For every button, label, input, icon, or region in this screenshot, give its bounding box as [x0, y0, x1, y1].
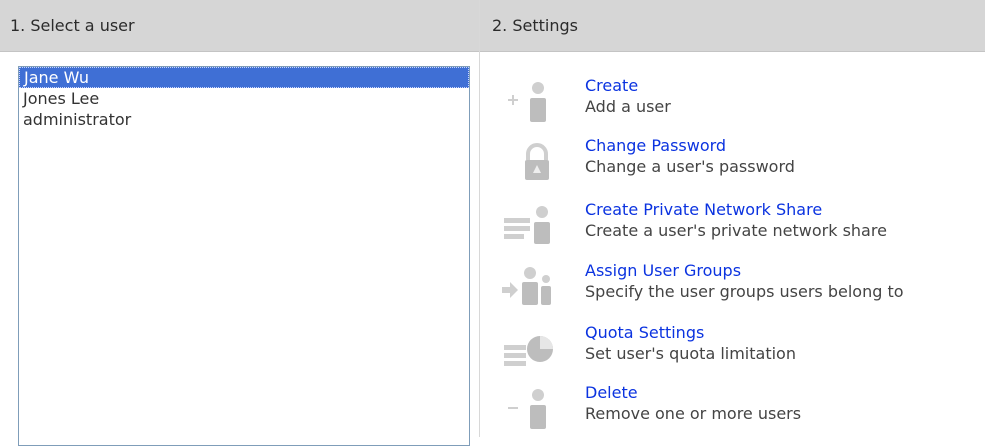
network-share-desc: Create a user's private network share [585, 221, 887, 240]
action-assign-groups[interactable]: Assign User Groups Specify the user grou… [480, 261, 985, 317]
network-share-link[interactable]: Create Private Network Share [585, 200, 887, 220]
network-share-icon [500, 204, 570, 248]
assign-groups-link[interactable]: Assign User Groups [585, 261, 904, 281]
add-user-icon [500, 80, 570, 124]
user-groups-icon [500, 265, 570, 309]
action-delete[interactable]: Delete Remove one or more users [480, 383, 985, 439]
user-list-item[interactable]: administrator [19, 109, 469, 130]
user-list[interactable]: Jane Wu Jones Lee administrator [18, 66, 470, 446]
settings-panel: 2. Settings Create Add a user Change Pas… [480, 0, 985, 437]
create-user-link[interactable]: Create [585, 76, 671, 96]
select-user-header: 1. Select a user [0, 0, 479, 52]
user-select-panel: 1. Select a user Jane Wu Jones Lee admin… [0, 0, 480, 446]
change-password-link[interactable]: Change Password [585, 136, 795, 156]
delete-user-link[interactable]: Delete [585, 383, 801, 403]
user-list-item[interactable]: Jones Lee [19, 88, 469, 109]
assign-groups-desc: Specify the user groups users belong to [585, 282, 904, 301]
quota-settings-desc: Set user's quota limitation [585, 344, 796, 363]
action-create[interactable]: Create Add a user [480, 76, 985, 132]
delete-user-desc: Remove one or more users [585, 404, 802, 423]
action-change-password[interactable]: Change Password Change a user's password [480, 136, 985, 192]
quota-settings-link[interactable]: Quota Settings [585, 323, 796, 343]
quota-pie-icon [500, 327, 570, 371]
create-user-desc: Add a user [585, 97, 671, 116]
action-network-share[interactable]: Create Private Network Share Create a us… [480, 200, 985, 256]
lock-icon [500, 140, 570, 184]
action-quota-settings[interactable]: Quota Settings Set user's quota limitati… [480, 323, 985, 379]
user-list-item[interactable]: Jane Wu [19, 67, 469, 88]
remove-user-icon [500, 387, 570, 431]
change-password-desc: Change a user's password [585, 157, 795, 176]
settings-header: 2. Settings [480, 0, 985, 52]
